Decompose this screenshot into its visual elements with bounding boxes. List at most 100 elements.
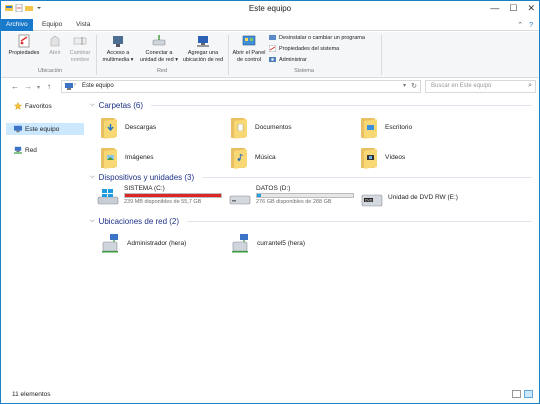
- minimize-button[interactable]: —: [490, 3, 499, 14]
- drive-usage-fill: [257, 194, 262, 197]
- system-properties-link[interactable]: Propiedades del sistema: [269, 45, 339, 52]
- add-network-location-button[interactable]: Agregar una ubicación de red: [181, 34, 225, 63]
- rename-button[interactable]: Cambiar nombre: [67, 34, 93, 63]
- folder-icon: [101, 146, 119, 169]
- drive-name: Unidad de DVD RW (E:): [388, 194, 458, 201]
- navigation-pane: Favoritos Este equipo Red: [1, 96, 87, 386]
- map-drive-icon: [152, 35, 166, 46]
- group-header-carpetas[interactable]: ⌵ Carpetas (6): [90, 101, 532, 110]
- address-dropdown-icon[interactable]: ▾: [403, 82, 406, 89]
- tiles-view-icon[interactable]: [524, 390, 533, 398]
- collapse-chevron-icon[interactable]: ⌵: [90, 102, 95, 109]
- drive-e[interactable]: DVD Unidad de DVD RW (E:): [361, 187, 458, 208]
- pictures-icon: [107, 155, 114, 160]
- search-icon[interactable]: ⌕: [528, 82, 532, 90]
- search-box[interactable]: Buscar en Este equipo ⌕: [425, 80, 536, 93]
- ribbon-separator: [96, 35, 97, 75]
- music-note-icon: [237, 154, 244, 161]
- dvd-drive-icon: DVD: [361, 194, 383, 207]
- group-header-ubicaciones[interactable]: ⌵ Ubicaciones de red (2): [90, 217, 532, 226]
- folder-musica[interactable]: Música: [231, 146, 276, 169]
- drive-usage-bar: [124, 193, 222, 198]
- tab-equipo[interactable]: Equipo: [37, 19, 67, 31]
- download-arrow-icon: [107, 124, 114, 131]
- media-access-button[interactable]: Acceso a multimedia ▾: [99, 34, 137, 63]
- group-divider: [187, 221, 532, 222]
- folder-icon: [101, 116, 119, 139]
- back-arrow-icon[interactable]: ←: [11, 82, 19, 91]
- uninstall-icon: [269, 35, 276, 40]
- folder-escritorio[interactable]: Escritorio: [361, 116, 412, 139]
- address-bar[interactable]: › Este equipo ▾ ↻: [61, 80, 421, 93]
- item-count: 11 elementos: [12, 391, 51, 398]
- ribbon-group-ubicacion: Ubicación: [37, 68, 63, 74]
- manage-icon: [269, 57, 276, 62]
- ribbon-group-red: Red: [156, 68, 168, 74]
- status-bar: 11 elementos: [1, 387, 539, 403]
- windows-drive-icon: [97, 189, 119, 205]
- network-icon: [14, 146, 22, 154]
- sidebar-item-este-equipo[interactable]: Este equipo: [6, 123, 84, 135]
- folder-videos[interactable]: Vídeos: [361, 146, 405, 169]
- collapse-chevron-icon[interactable]: ⌵: [90, 174, 95, 181]
- network-share-icon: [102, 234, 118, 253]
- manage-link[interactable]: Administrar: [269, 56, 307, 63]
- group-header-dispositivos[interactable]: ⌵ Dispositivos y unidades (3): [90, 173, 532, 182]
- media-access-icon: [113, 36, 123, 47]
- ribbon: Propiedades Abrir Cambiar nombre Ubicaci…: [1, 32, 539, 78]
- drive-c[interactable]: SISTEMA (C:) 239 MB disponibles de 55,7 …: [97, 185, 222, 206]
- close-button[interactable]: ✕: [527, 3, 535, 14]
- map-drive-button[interactable]: Conectar a unidad de red ▾: [139, 34, 179, 63]
- drive-name: SISTEMA (C:): [124, 185, 165, 192]
- drive-free-space: 276 GB disponibles de 288 GB: [256, 199, 332, 205]
- collapse-ribbon-icon[interactable]: ⌃: [517, 22, 523, 29]
- computer-icon: [14, 125, 22, 133]
- folder-icon: [231, 116, 249, 139]
- refresh-icon[interactable]: ↻: [411, 82, 417, 90]
- open-control-panel-button[interactable]: Abrir el Panel de control: [229, 34, 269, 63]
- network-location-currantel5[interactable]: currantel5 (hera): [231, 232, 305, 254]
- star-icon: [14, 102, 22, 110]
- maximize-button[interactable]: ☐: [509, 3, 517, 14]
- tab-vista[interactable]: Vista: [71, 19, 95, 31]
- up-arrow-icon[interactable]: ↑: [47, 82, 51, 91]
- computer-icon: [65, 83, 73, 90]
- drive-usage-fill: [125, 194, 221, 197]
- folder-imagenes[interactable]: Imágenes: [101, 146, 154, 169]
- breadcrumb-chevron-icon[interactable]: ›: [74, 82, 76, 88]
- recent-locations-dropdown-icon[interactable]: ▾: [37, 84, 40, 91]
- ribbon-group-sistema: Sistema: [294, 68, 314, 74]
- folder-icon: [361, 146, 379, 169]
- sidebar-item-favoritos[interactable]: Favoritos: [14, 102, 52, 110]
- sidebar-item-red[interactable]: Red: [14, 146, 37, 154]
- explorer-window: Este equipo — ☐ ✕ Archivo Equipo Vista ⌃…: [0, 0, 540, 404]
- add-network-location-icon: [197, 36, 209, 47]
- drive-name: DATOS (D:): [256, 185, 291, 192]
- group-divider: [202, 177, 532, 178]
- address-path[interactable]: Este equipo: [82, 83, 114, 89]
- navigation-bar: ← → ▾ ↑ › Este equipo ▾ ↻ Buscar en Este…: [1, 79, 539, 95]
- tab-archivo[interactable]: Archivo: [1, 19, 33, 31]
- properties-icon: [18, 34, 30, 48]
- collapse-chevron-icon[interactable]: ⌵: [90, 218, 95, 225]
- control-panel-icon: [242, 35, 256, 46]
- ribbon-controls: ⌃ ?: [517, 21, 533, 29]
- network-location-administrador[interactable]: Administrador (hera): [101, 232, 186, 254]
- folder-descargas[interactable]: Descargas: [101, 116, 156, 139]
- folder-documentos[interactable]: Documentos: [231, 116, 292, 139]
- forward-arrow-icon[interactable]: →: [24, 82, 32, 91]
- open-icon: [50, 35, 60, 47]
- document-icon: [237, 124, 244, 131]
- ribbon-separator: [381, 35, 382, 75]
- uninstall-program-link[interactable]: Desinstalar o cambiar un programa: [269, 34, 365, 41]
- rename-icon: [73, 37, 87, 45]
- drive-free-space: 239 MB disponibles de 55,7 GB: [124, 199, 202, 205]
- open-button[interactable]: Abrir: [43, 34, 67, 57]
- content-pane: ⌵ Carpetas (6) Descargas Documentos Escr…: [87, 96, 535, 386]
- details-view-icon[interactable]: [512, 390, 521, 398]
- ribbon-tabs: Archivo Equipo Vista ⌃ ?: [1, 19, 539, 31]
- search-input[interactable]: Buscar en Este equipo: [431, 83, 491, 89]
- properties-button[interactable]: Propiedades: [7, 34, 41, 57]
- help-icon[interactable]: ?: [529, 22, 533, 29]
- drive-d[interactable]: DATOS (D:) 276 GB disponibles de 288 GB: [229, 185, 354, 206]
